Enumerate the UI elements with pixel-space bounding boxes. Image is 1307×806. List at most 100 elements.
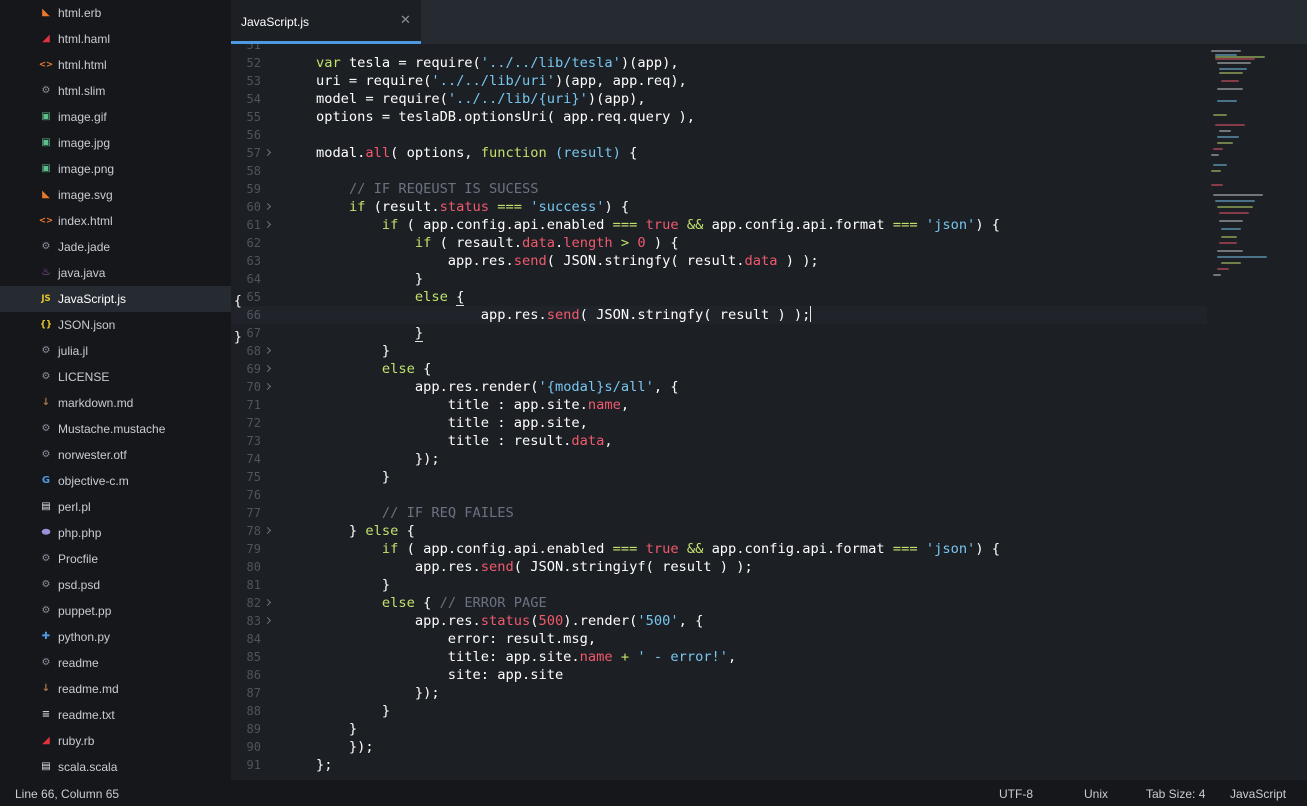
code-line[interactable]: 73 title : result.data, [231, 432, 1207, 450]
code-line[interactable]: 84 error: result.msg, [231, 630, 1207, 648]
sidebar-file-item[interactable]: ♨ java.java [0, 260, 231, 286]
code-line[interactable]: 88 } [231, 702, 1207, 720]
fold-chevron-icon[interactable] [265, 360, 273, 378]
sidebar-file-item[interactable]: ⚙ html.slim [0, 78, 231, 104]
code-line[interactable]: 51 [231, 44, 1207, 54]
sidebar-file-item[interactable]: ≡ readme.txt [0, 702, 231, 728]
code-line[interactable]: 63 app.res.send( JSON.stringfy( result.d… [231, 252, 1207, 270]
fold-chevron-icon[interactable] [265, 594, 273, 612]
code-line[interactable]: 91 }; [231, 756, 1207, 774]
tab-javascript-js[interactable]: JavaScript.js ✕ [231, 0, 421, 44]
fold-chevron-icon[interactable] [265, 378, 273, 396]
sidebar-file-item[interactable]: JS JavaScript.js [0, 286, 231, 312]
sidebar-file-item[interactable]: ✚ python.py [0, 624, 231, 650]
line-number: 54 [246, 92, 261, 106]
sidebar-file-item[interactable]: ⚙ psd.psd [0, 572, 231, 598]
code-line[interactable]: 74 }); [231, 450, 1207, 468]
code-line[interactable]: 66 app.res.send( JSON.stringfy( result )… [231, 306, 1207, 324]
code-line[interactable]: 80 app.res.send( JSON.stringiyf( result … [231, 558, 1207, 576]
sidebar-file-item[interactable]: ◢ ruby.rb [0, 728, 231, 754]
close-icon[interactable]: ✕ [400, 13, 411, 28]
fold-chevron-icon[interactable] [265, 144, 273, 162]
code-line[interactable]: 54 model = require('../../lib/{uri}')(ap… [231, 90, 1207, 108]
code-line[interactable]: 56 [231, 126, 1207, 144]
sidebar-file-item[interactable]: ▣ image.png [0, 156, 231, 182]
code-line[interactable]: 71 title : app.site.name, [231, 396, 1207, 414]
sidebar-file-item[interactable]: ▣ image.gif [0, 104, 231, 130]
sidebar-file-item[interactable]: ⚙ readme [0, 650, 231, 676]
code-line[interactable]: 68 } [231, 342, 1207, 360]
syntax-selector[interactable]: JavaScript [1230, 787, 1286, 801]
sidebar-file-item[interactable]: ⚙ norwester.otf [0, 442, 231, 468]
fold-chevron-icon[interactable] [265, 612, 273, 630]
code-line[interactable]: 86 site: app.site [231, 666, 1207, 684]
code-line[interactable]: 60 if (result.status === 'success') { [231, 198, 1207, 216]
minimap-line [1217, 62, 1251, 64]
sidebar-file-item[interactable]: ↓ readme.md [0, 676, 231, 702]
sidebar-file-item[interactable]: ⚙ puppet.pp [0, 598, 231, 624]
code-line[interactable]: 76 [231, 486, 1207, 504]
code-line[interactable]: 53 uri = require('../../lib/uri')(app, a… [231, 72, 1207, 90]
markdown-icon: ↓ [41, 683, 51, 694]
fold-chevron-icon[interactable] [265, 522, 273, 540]
sidebar-file-item[interactable]: <> index.html [0, 208, 231, 234]
tab-size-selector[interactable]: Tab Size: 4 [1146, 787, 1205, 801]
sidebar-file-item[interactable]: ◣ html.erb [0, 0, 231, 26]
sidebar-file-item[interactable]: ◣ image.svg [0, 182, 231, 208]
code-line[interactable]: 62 if ( resault.data.length > 0 ) { [231, 234, 1207, 252]
sidebar-file-item[interactable]: ▣ image.jpg [0, 130, 231, 156]
sidebar-file-item[interactable]: {} JSON.json [0, 312, 231, 338]
code-line[interactable]: 72 title : app.site, [231, 414, 1207, 432]
code-line[interactable]: 82 else { // ERROR PAGE [231, 594, 1207, 612]
code-token: 500 [538, 613, 564, 629]
code-line[interactable]: 52 var tesla = require('../../lib/tesla'… [231, 54, 1207, 72]
sidebar-file-item[interactable]: ▤ scala.scala [0, 754, 231, 780]
encoding-selector[interactable]: UTF-8 [999, 787, 1033, 801]
sidebar-file-item[interactable]: ▤ perl.pl [0, 494, 231, 520]
sidebar-file-item[interactable]: ⚙ Mustache.mustache [0, 416, 231, 442]
fold-chevron-icon[interactable] [265, 216, 273, 234]
code-line[interactable]: 81 } [231, 576, 1207, 594]
sidebar-file-item[interactable]: ↓ markdown.md [0, 390, 231, 416]
php-icon: ⬬ [41, 527, 51, 538]
sidebar-file-item[interactable]: <> html.html [0, 52, 231, 78]
code-line[interactable]: 55 options = teslaDB.optionsUri( app.req… [231, 108, 1207, 126]
sidebar-file-item[interactable]: ⚙ Procfile [0, 546, 231, 572]
code-line[interactable]: 57 modal.all( options, function (result)… [231, 144, 1207, 162]
sidebar-file-item[interactable]: ◢ html.haml [0, 26, 231, 52]
code-line[interactable]: 77 // IF REQ FAILES [231, 504, 1207, 522]
code-line[interactable]: 75 } [231, 468, 1207, 486]
sidebar-file-item[interactable]: Gobjective-c.m [0, 468, 231, 494]
code-line[interactable]: 69 else { [231, 360, 1207, 378]
edge-brace-close: } [234, 330, 242, 345]
code-line[interactable]: 78 } else { [231, 522, 1207, 540]
minimap[interactable] [1207, 44, 1307, 780]
sidebar-file-item[interactable]: ⚙ julia.jl [0, 338, 231, 364]
sidebar-file-item[interactable]: ⚙ Jade.jade [0, 234, 231, 260]
code-line[interactable]: 90 }); [231, 738, 1207, 756]
fold-chevron-icon[interactable] [265, 198, 273, 216]
code-line[interactable]: 64 } [231, 270, 1207, 288]
sidebar-file-label: html.erb [58, 6, 102, 20]
line-endings-selector[interactable]: Unix [1084, 787, 1108, 801]
code-line[interactable]: 79 if ( app.config.api.enabled === true … [231, 540, 1207, 558]
sidebar-file-item[interactable]: ⬬ php.php [0, 520, 231, 546]
code-line[interactable]: 85 title: app.site.name + ' - error!', [231, 648, 1207, 666]
code-line[interactable]: 65 else { [231, 288, 1207, 306]
sidebar-file-item[interactable]: ⚙ LICENSE [0, 364, 231, 390]
code-line[interactable]: 70 app.res.render('{modal}s/all', { [231, 378, 1207, 396]
code-line[interactable]: 89 } [231, 720, 1207, 738]
code-line[interactable]: 61 if ( app.config.api.enabled === true … [231, 216, 1207, 234]
line-number: 55 [246, 110, 261, 124]
cursor-position[interactable]: Line 66, Column 65 [15, 787, 119, 801]
code-line[interactable]: 58 [231, 162, 1207, 180]
code-line[interactable]: 83 app.res.status(500).render('500', { [231, 612, 1207, 630]
code-line[interactable]: 87 }); [231, 684, 1207, 702]
code-line[interactable]: 59 // IF REQEUST IS SUCESS [231, 180, 1207, 198]
code-line[interactable]: 67 } [231, 324, 1207, 342]
fold-chevron-icon[interactable] [265, 342, 273, 360]
code-editor[interactable]: 51 52 var tesla = require('../../lib/tesl… [231, 44, 1207, 780]
code-token: , [604, 433, 613, 449]
